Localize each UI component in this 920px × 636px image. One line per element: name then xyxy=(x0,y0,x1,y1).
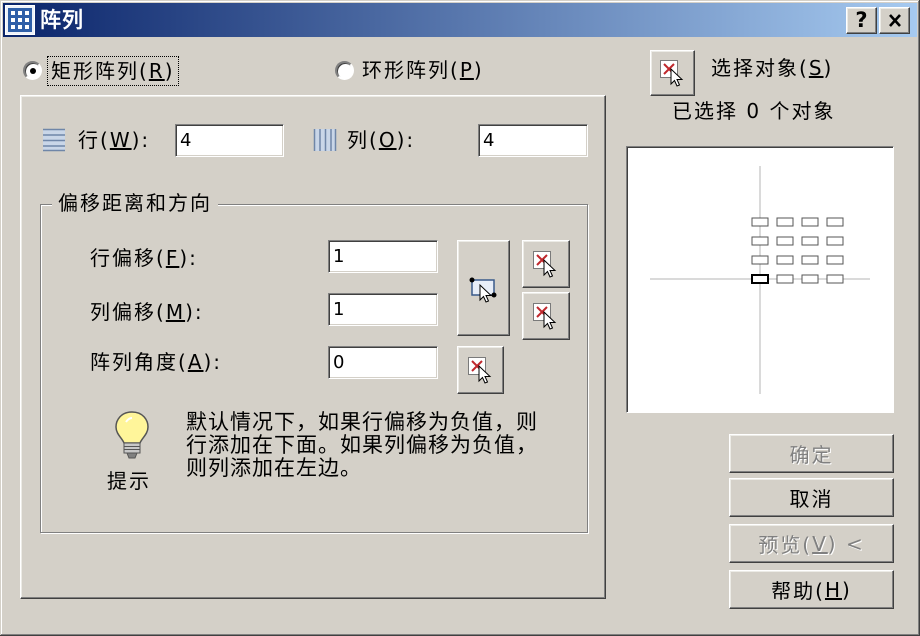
rows-input[interactable] xyxy=(175,124,284,157)
polar-array-label[interactable]: 环形阵列(P) xyxy=(362,57,484,83)
array-dialog: 阵列 ? 矩形阵列(R) 环形阵列(P) 行(W): 4 列(O): 4 偏移距… xyxy=(0,0,920,636)
preview-array-copy xyxy=(751,217,769,227)
select-objects-icon xyxy=(659,60,683,87)
tip-text-line: 默认情况下，如果行偏移为负值，则 xyxy=(186,410,538,434)
offset-group-title: 偏移距离和方向 xyxy=(52,190,218,216)
preview-array-copy xyxy=(801,274,819,284)
rows-label: 行(W): xyxy=(78,128,151,152)
array-dialog-icon xyxy=(5,5,35,35)
pick-point-icon xyxy=(533,303,557,330)
preview-array-copy xyxy=(801,236,819,246)
close-icon xyxy=(888,14,901,27)
preview-array-copy xyxy=(751,236,769,246)
array-angle-label: 阵列角度(A): xyxy=(90,350,223,374)
pick-both-offsets-button[interactable] xyxy=(457,240,510,336)
help-button[interactable]: 帮助(H) xyxy=(729,570,894,609)
column-offset-input[interactable] xyxy=(328,293,438,326)
close-button[interactable] xyxy=(879,7,910,34)
rectangular-array-panel: 行(W): 列(O): 偏移距离和方向 行偏移(F): 列偏移(M): 阵列角度… xyxy=(20,95,606,599)
radio-rectangular-array[interactable] xyxy=(23,61,42,80)
rectangular-array-label[interactable]: 矩形阵列(R) xyxy=(47,56,179,86)
pick-column-offset-button[interactable] xyxy=(522,292,570,340)
tip-text-line: 则列添加在左边。 xyxy=(186,456,362,480)
preview-source-object xyxy=(751,274,769,284)
rows-icon xyxy=(42,127,66,153)
preview-array-copy xyxy=(776,236,794,246)
radio-polar-array[interactable] xyxy=(335,61,354,80)
preview-array-copy xyxy=(751,255,769,265)
array-preview-canvas xyxy=(650,166,870,394)
lightbulb-icon xyxy=(113,410,151,462)
preview-array-copy xyxy=(776,274,794,284)
help-caption-button[interactable]: ? xyxy=(846,7,877,34)
cancel-button[interactable]: 取消 xyxy=(729,478,894,517)
column-offset-label: 列偏移(M): xyxy=(90,300,204,324)
select-objects-button[interactable] xyxy=(650,50,695,96)
select-objects-label[interactable]: 选择对象(S) xyxy=(711,55,833,81)
pick-row-offset-button[interactable] xyxy=(522,240,570,288)
question-mark-icon: ? xyxy=(855,8,868,32)
pick-angle-button[interactable] xyxy=(457,346,504,394)
array-preview xyxy=(626,146,894,413)
preview-array-copy xyxy=(826,236,844,246)
preview-array-copy xyxy=(801,255,819,265)
selection-status: 已选择 0 个对象 xyxy=(672,99,836,123)
columns-input[interactable] xyxy=(478,124,588,157)
pick-point-icon xyxy=(533,251,557,278)
preview-array-copy xyxy=(826,217,844,227)
tip-text-line: 行添加在下面。如果列偏移为负值， xyxy=(186,433,538,457)
offset-group-box: 偏移距离和方向 行偏移(F): 列偏移(M): 阵列角度(A): xyxy=(40,190,588,533)
columns-icon xyxy=(313,127,337,153)
window-title: 阵列 xyxy=(40,8,84,32)
preview-array-copy xyxy=(776,217,794,227)
array-angle-input[interactable] xyxy=(328,346,438,379)
preview-array-copy xyxy=(776,255,794,265)
ok-button[interactable]: 确定 xyxy=(729,434,894,473)
title-bar[interactable]: 阵列 ? xyxy=(3,3,917,37)
tip-label: 提示 xyxy=(107,469,151,493)
preview-array-copy xyxy=(826,255,844,265)
preview-button[interactable]: 预览(V) < xyxy=(729,524,894,563)
row-offset-label: 行偏移(F): xyxy=(90,246,198,270)
pick-point-icon xyxy=(467,357,491,384)
preview-array-copy xyxy=(801,217,819,227)
pick-both-offsets-icon xyxy=(469,277,496,303)
row-offset-input[interactable] xyxy=(328,240,438,273)
preview-array-copy xyxy=(826,274,844,284)
columns-label: 列(O): xyxy=(347,128,416,152)
